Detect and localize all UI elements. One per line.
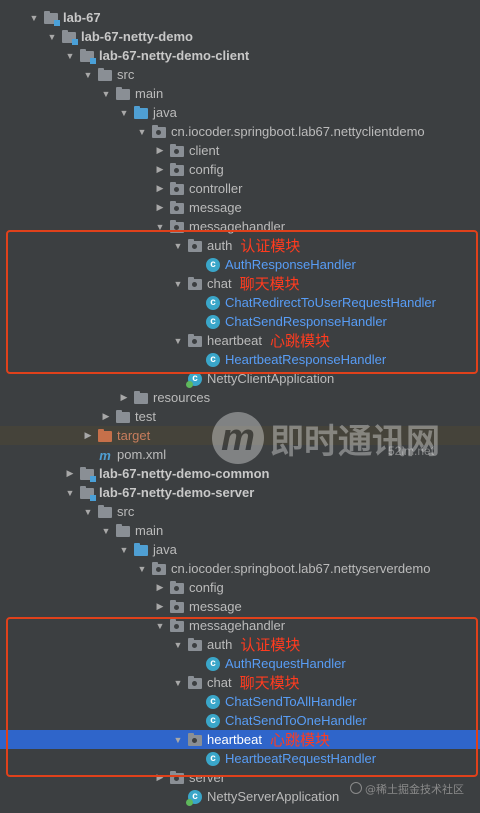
tree-row-label: message xyxy=(189,200,242,215)
triangle-right-icon[interactable]: ▶ xyxy=(100,407,112,426)
tree-row-c-message[interactable]: ▶ message xyxy=(0,198,480,217)
folder-icon xyxy=(134,391,148,404)
credit-text: @稀土掘金技术社区 xyxy=(365,783,464,796)
wechat-icon xyxy=(350,782,362,794)
triangle-down-icon[interactable]: ▼ xyxy=(82,65,94,84)
tree-row-label: java xyxy=(153,542,177,557)
tree-row-label: target xyxy=(117,428,151,443)
triangle-down-icon[interactable]: ▼ xyxy=(100,84,112,103)
tree-row-s-src[interactable]: ▼ src xyxy=(0,502,480,521)
triangle-down-icon[interactable]: ▼ xyxy=(82,502,94,521)
tree-row-c-client[interactable]: ▶ client xyxy=(0,141,480,160)
tree-row-c-controller[interactable]: ▶ controller xyxy=(0,179,480,198)
triangle-down-icon[interactable]: ▼ xyxy=(118,103,130,122)
triangle-down-icon[interactable]: ▼ xyxy=(100,521,112,540)
tree-row-c-resources[interactable]: ▶ resources xyxy=(0,388,480,407)
package-icon xyxy=(170,182,184,195)
tree-row-label: test xyxy=(135,409,156,424)
package-icon xyxy=(170,201,184,214)
tree-row-label: pom.xml xyxy=(117,447,167,462)
module-folder-icon xyxy=(80,486,96,501)
tree-row-label: main xyxy=(135,86,164,101)
folder-icon xyxy=(116,410,130,423)
source-folder-icon xyxy=(134,543,148,556)
server-handler-highlight-box xyxy=(6,617,478,777)
maven-icon: m xyxy=(99,447,111,463)
package-icon xyxy=(170,600,184,613)
triangle-right-icon[interactable]: ▶ xyxy=(154,179,166,198)
triangle-right-icon[interactable]: ▶ xyxy=(154,160,166,179)
client-handler-highlight-box xyxy=(6,230,478,374)
tree-row-label: cn.iocoder.springboot.lab67.nettyclientd… xyxy=(171,124,425,139)
triangle-right-icon[interactable]: ▶ xyxy=(154,597,166,616)
folder-icon xyxy=(116,524,130,537)
triangle-right-icon[interactable]: ▶ xyxy=(118,388,130,407)
tree-row-label: src xyxy=(117,504,135,519)
tree-row-label: message xyxy=(189,599,242,614)
tree-row-label: lab-67-netty-demo-client xyxy=(99,48,250,63)
tree-row-client[interactable]: ▼ lab-67-netty-demo-client xyxy=(0,46,480,65)
tree-row-label: src xyxy=(117,67,135,82)
arrow-spacer xyxy=(82,445,94,464)
watermark-site: 52im.net xyxy=(388,444,435,458)
spring-app-icon: c xyxy=(186,789,202,806)
module-folder-icon xyxy=(62,30,78,45)
tree-row-pkg-server[interactable]: ▼ cn.iocoder.springboot.lab67.nettyserver… xyxy=(0,559,480,578)
triangle-down-icon[interactable]: ▼ xyxy=(136,559,148,578)
tree-row-src[interactable]: ▼ src xyxy=(0,65,480,84)
source-folder-icon xyxy=(134,106,148,119)
tree-row-c-config[interactable]: ▶ config xyxy=(0,160,480,179)
triangle-right-icon[interactable]: ▶ xyxy=(64,464,76,483)
folder-icon xyxy=(98,505,112,518)
arrow-spacer xyxy=(172,787,184,806)
tree-row-server[interactable]: ▼ lab-67-netty-demo-server xyxy=(0,483,480,502)
package-icon xyxy=(170,144,184,157)
triangle-down-icon[interactable]: ▼ xyxy=(136,122,148,141)
folder-icon xyxy=(116,87,130,100)
tree-row-label: cn.iocoder.springboot.lab67.nettyserverd… xyxy=(171,561,431,576)
tree-row-label: resources xyxy=(153,390,211,405)
package-icon xyxy=(170,581,184,594)
tree-row-s-message[interactable]: ▶ message xyxy=(0,597,480,616)
excluded-folder-icon xyxy=(98,429,112,442)
tree-row-label: lab-67-netty-demo xyxy=(81,29,193,44)
package-icon xyxy=(152,125,166,138)
tree-row-label: lab-67 xyxy=(63,10,101,25)
tree-row-label: client xyxy=(189,143,220,158)
tree-row-common[interactable]: ▶ lab-67-netty-demo-common xyxy=(0,464,480,483)
watermark-logo: m xyxy=(212,412,264,464)
triangle-down-icon[interactable]: ▼ xyxy=(64,483,76,502)
tree-row-label: java xyxy=(153,105,177,120)
tree-row-demo[interactable]: ▼ lab-67-netty-demo xyxy=(0,27,480,46)
triangle-down-icon[interactable]: ▼ xyxy=(46,27,58,46)
tree-row-s-config[interactable]: ▶ config xyxy=(0,578,480,597)
footer-credit: @稀土掘金技术社区 xyxy=(350,781,464,797)
tree-row-label: lab-67-netty-demo-common xyxy=(99,466,270,481)
triangle-down-icon[interactable]: ▼ xyxy=(118,540,130,559)
tree-row-s-java[interactable]: ▼ java xyxy=(0,540,480,559)
tree-row-label: lab-67-netty-demo-server xyxy=(99,485,255,500)
tree-row-label: NettyServerApplication xyxy=(207,789,340,804)
triangle-right-icon[interactable]: ▶ xyxy=(82,426,94,445)
tree-row-label: main xyxy=(135,523,164,538)
folder-icon xyxy=(98,68,112,81)
package-icon xyxy=(170,163,184,176)
tree-row-lab67[interactable]: ▼ lab-67 xyxy=(0,8,480,27)
triangle-down-icon[interactable]: ▼ xyxy=(28,8,40,27)
module-folder-icon xyxy=(80,467,96,482)
triangle-right-icon[interactable]: ▶ xyxy=(154,198,166,217)
tree-row-pkg-client[interactable]: ▼ cn.iocoder.springboot.lab67.nettyclient… xyxy=(0,122,480,141)
tree-row-main[interactable]: ▼ main xyxy=(0,84,480,103)
tree-row-label: config xyxy=(189,162,224,177)
triangle-right-icon[interactable]: ▶ xyxy=(154,141,166,160)
tree-row-label: config xyxy=(189,580,224,595)
package-icon xyxy=(152,562,166,575)
tree-row-label: controller xyxy=(189,181,243,196)
module-folder-icon xyxy=(80,49,96,64)
triangle-down-icon[interactable]: ▼ xyxy=(64,46,76,65)
tree-row-s-main[interactable]: ▼ main xyxy=(0,521,480,540)
triangle-right-icon[interactable]: ▶ xyxy=(154,578,166,597)
tree-row-java[interactable]: ▼ java xyxy=(0,103,480,122)
module-folder-icon xyxy=(44,11,60,26)
